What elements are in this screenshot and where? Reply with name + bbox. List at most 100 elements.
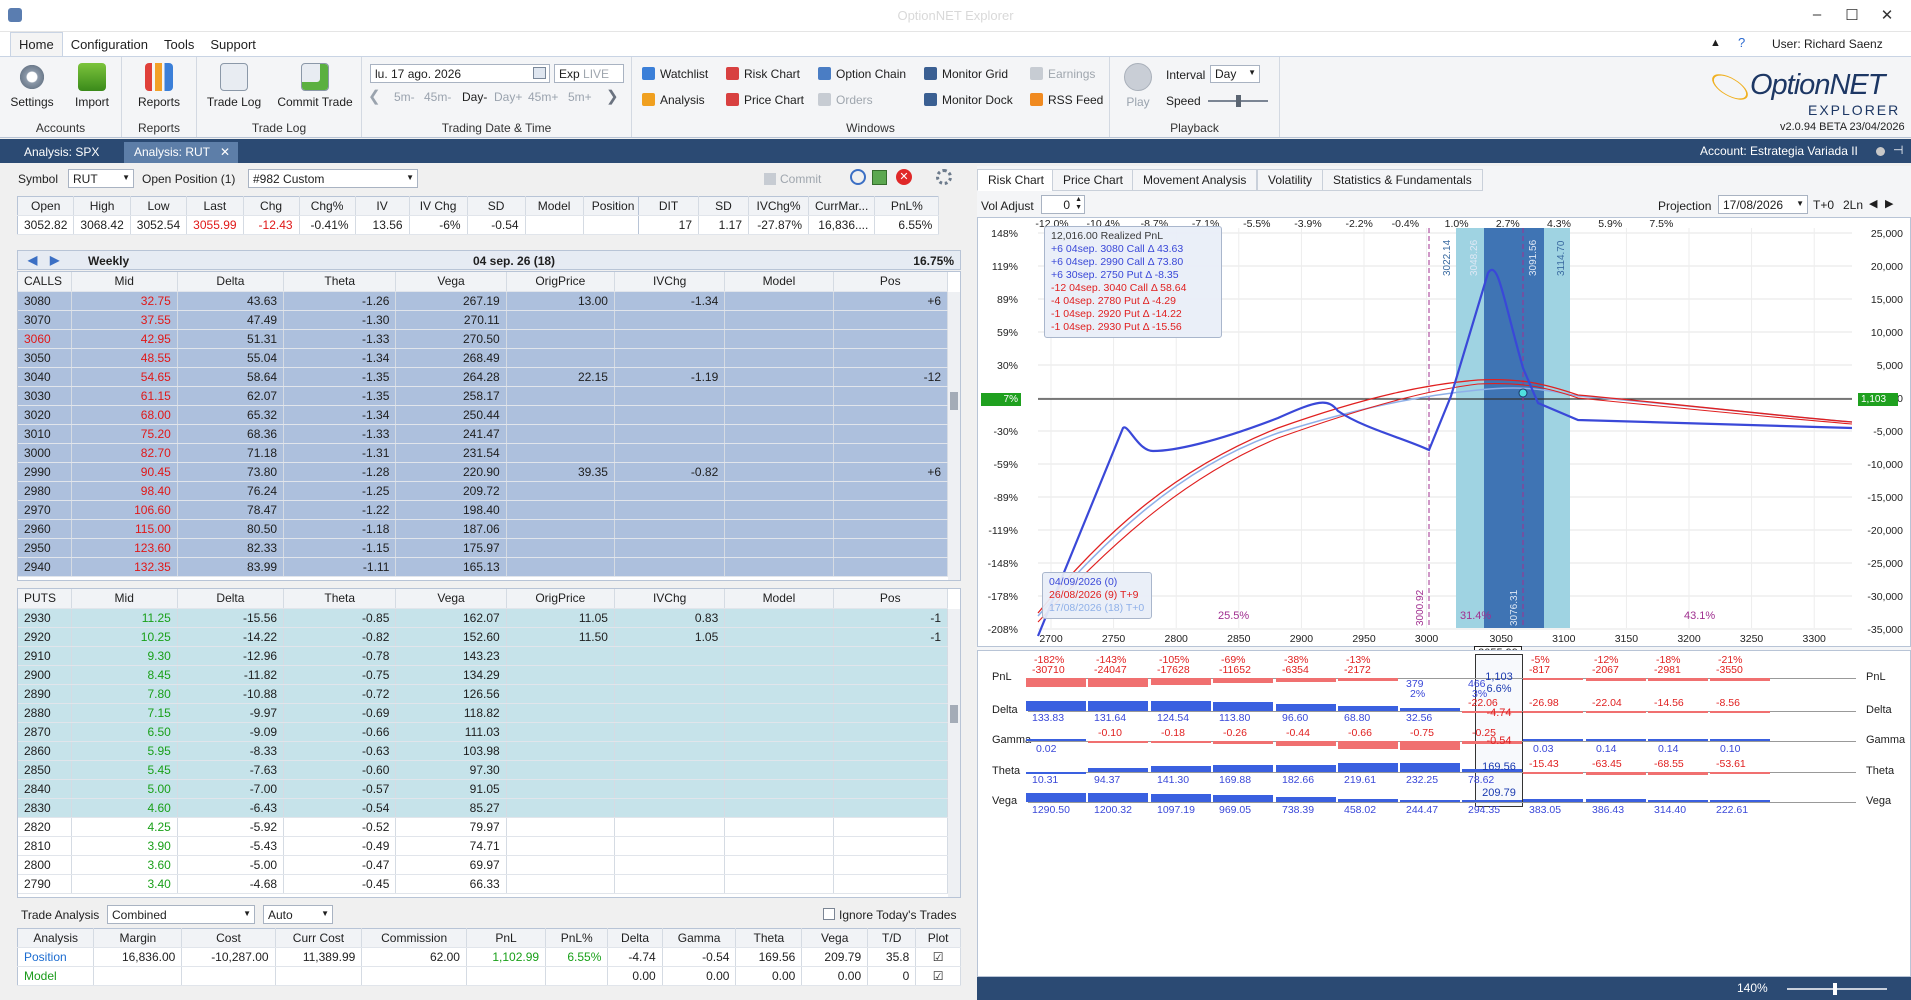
tab-statistics[interactable]: Statistics & Fundamentals <box>1322 169 1483 191</box>
minimize-icon[interactable]: – <box>1802 6 1832 23</box>
puts-scrollbar-thumb[interactable] <box>950 705 958 723</box>
calls-row[interactable]: 3060 42.95 51.31 -1.33 270.50 <box>18 329 949 349</box>
calls-row[interactable]: 3080 32.75 43.63 -1.26 267.19 13.00 -1.34 +6 <box>18 291 949 311</box>
puts-row[interactable]: 2930 11.25 -15.56 -0.85 162.07 11.05 0.83 -1 <box>18 608 949 628</box>
puts-row[interactable]: 2850 5.45 -7.63 -0.60 97.30 <box>18 760 949 780</box>
interval-select[interactable]: Day ▼ <box>1210 65 1260 83</box>
calls-row[interactable]: 2960 115.00 80.50 -1.18 187.06 <box>18 519 949 539</box>
settings-button[interactable]: Settings <box>10 63 54 109</box>
ignore-todays-trades-checkbox[interactable] <box>823 908 835 920</box>
calls-scrollbar-thumb[interactable] <box>950 392 958 410</box>
step-forward-icon[interactable]: ❯ <box>606 87 619 105</box>
step-minus-day[interactable]: Day- <box>462 90 487 104</box>
ta-row[interactable]: Model 0.00 0.00 0.00 0.00 0 ☑ <box>17 966 961 986</box>
calls-row[interactable]: 3000 82.70 71.18 -1.31 231.54 <box>18 443 949 463</box>
orders-button[interactable]: Orders <box>818 93 873 107</box>
risk-chart[interactable]: -12.0% -10.4% -8.7% -7.1% -5.5% -3.9% -2.2% -0.… <box>977 217 1911 647</box>
monitor-grid-button[interactable]: Monitor Grid <box>924 67 1008 81</box>
rss-feed-button[interactable]: RSS Feed <box>1030 93 1103 107</box>
menu-configuration[interactable]: Configuration <box>63 33 156 56</box>
export-icon[interactable] <box>872 170 887 185</box>
calls-row[interactable]: 3020 68.00 65.32 -1.34 250.44 <box>18 405 949 425</box>
calls-row[interactable]: 3030 61.15 62.07 -1.35 258.17 <box>18 386 949 406</box>
step-minus-45m[interactable]: 45m- <box>424 90 451 104</box>
commit-button[interactable]: Commit <box>764 172 821 186</box>
calls-scrollbar[interactable] <box>948 292 960 580</box>
calls-row[interactable]: 2990 90.45 73.80 -1.28 220.90 39.35 -0.82 +6 <box>18 462 949 482</box>
puts-row[interactable]: 2840 5.00 -7.00 -0.57 91.05 <box>18 779 949 799</box>
puts-row[interactable]: 2900 8.45 -11.82 -0.75 134.29 <box>18 665 949 685</box>
gear-icon[interactable] <box>936 169 952 185</box>
calls-row[interactable]: 2950 123.60 82.33 -1.15 175.97 <box>18 538 949 558</box>
speed-slider-thumb[interactable] <box>1236 95 1241 107</box>
puts-row[interactable]: 2860 5.95 -8.33 -0.63 103.98 <box>18 741 949 761</box>
calls-row[interactable]: 3010 75.20 68.36 -1.33 241.47 <box>18 424 949 444</box>
close-icon[interactable]: ✕ <box>1872 6 1902 24</box>
monitor-dock-button[interactable]: Monitor Dock <box>924 93 1013 107</box>
option-chain-button[interactable]: Option Chain <box>818 67 906 81</box>
close-tab-icon[interactable]: ✕ <box>220 145 230 159</box>
puts-row[interactable]: 2870 6.50 -9.09 -0.66 111.03 <box>18 722 949 742</box>
puts-row[interactable]: 2890 7.80 -10.88 -0.72 126.56 <box>18 684 949 704</box>
zoom-slider[interactable] <box>1787 983 1887 995</box>
spinner-icon[interactable]: ▲ ▼ <box>1075 196 1082 212</box>
ta-row[interactable]: Position 16,836.00 -10,287.00 11,389.99 62.0… <box>17 947 961 967</box>
step-back-icon[interactable]: ❮ <box>368 87 381 105</box>
play-button[interactable]: Play <box>1118 63 1158 109</box>
next-day-icon[interactable]: ▶ <box>1885 197 1893 210</box>
menu-support[interactable]: Support <box>202 33 264 56</box>
calls-row[interactable]: 2980 98.40 76.24 -1.25 209.72 <box>18 481 949 501</box>
collapse-ribbon-icon[interactable]: ▲ <box>1710 37 1721 49</box>
menu-tools[interactable]: Tools <box>156 33 202 56</box>
trade-analysis-scale-select[interactable]: Auto ▼ <box>263 905 333 924</box>
commit-trade-button[interactable]: Commit Trade <box>273 63 357 109</box>
tab-volatility[interactable]: Volatility <box>1257 169 1324 191</box>
position-select[interactable]: #982 Custom ▼ <box>248 169 418 188</box>
next-expiry-icon[interactable]: ▶ <box>50 253 59 267</box>
plot-checkbox[interactable]: ☑ <box>915 947 961 967</box>
tab-price-chart[interactable]: Price Chart <box>1052 169 1135 191</box>
puts-row[interactable]: 2810 3.90 -5.43 -0.49 74.71 <box>18 836 949 856</box>
calls-row[interactable]: 2970 106.60 78.47 -1.22 198.40 <box>18 500 949 520</box>
puts-scrollbar[interactable] <box>948 609 960 897</box>
calls-row[interactable]: 3050 48.55 55.04 -1.34 268.49 <box>18 348 949 368</box>
puts-row[interactable]: 2820 4.25 -5.92 -0.52 79.97 <box>18 817 949 837</box>
analysis-button[interactable]: Analysis <box>642 93 705 107</box>
calendar-icon[interactable] <box>533 67 546 79</box>
speed-slider[interactable] <box>1208 95 1268 107</box>
projection-date-input[interactable]: 17/08/2026 ▼ <box>1718 195 1808 214</box>
puts-row[interactable]: 2790 3.40 -4.68 -0.45 66.33 <box>18 874 949 894</box>
tab-analysis-rut[interactable]: Analysis: RUT ✕ <box>124 142 238 163</box>
date-input[interactable]: lu. 17 ago. 2026 <box>370 64 550 83</box>
step-plus-45m[interactable]: 45m+ <box>528 90 558 104</box>
reports-button[interactable]: Reports <box>134 63 184 109</box>
symbol-select[interactable]: RUT ▼ <box>68 169 134 188</box>
calls-row[interactable]: 2940 132.35 83.99 -1.11 165.13 <box>18 557 949 577</box>
import-button[interactable]: Import <box>70 63 114 109</box>
step-plus-5m[interactable]: 5m+ <box>568 90 592 104</box>
delete-icon[interactable]: ✕ <box>896 169 912 185</box>
plot-checkbox[interactable]: ☑ <box>915 966 961 986</box>
price-chart-button[interactable]: Price Chart <box>726 93 804 107</box>
help-icon[interactable]: ? <box>1738 35 1745 50</box>
calls-row[interactable]: 3040 54.65 58.64 -1.35 264.28 22.15 -1.19 -12 <box>18 367 949 387</box>
zoom-slider-thumb[interactable] <box>1833 983 1837 995</box>
step-minus-5m[interactable]: 5m- <box>394 90 415 104</box>
calls-row[interactable]: 3070 37.55 47.49 -1.30 270.11 <box>18 310 949 330</box>
trade-analysis-mode-select[interactable]: Combined ▼ <box>107 905 255 924</box>
menu-home[interactable]: Home <box>10 32 63 56</box>
risk-chart-button[interactable]: Risk Chart <box>726 67 800 81</box>
tab-analysis-spx[interactable]: Analysis: SPX <box>14 142 109 163</box>
earnings-button[interactable]: Earnings <box>1030 67 1095 81</box>
zoom-search-icon[interactable] <box>850 169 866 185</box>
trade-log-button[interactable]: Trade Log <box>203 63 265 109</box>
puts-row[interactable]: 2880 7.15 -9.97 -0.69 118.82 <box>18 703 949 723</box>
watchlist-button[interactable]: Watchlist <box>642 67 708 81</box>
puts-row[interactable]: 2910 9.30 -12.96 -0.78 143.23 <box>18 646 949 666</box>
tab-movement-analysis[interactable]: Movement Analysis <box>1132 169 1258 191</box>
prev-expiry-icon[interactable]: ◀ <box>28 253 37 267</box>
exp-toggle[interactable]: Exp LIVE <box>554 64 624 83</box>
puts-row[interactable]: 2920 10.25 -14.22 -0.82 152.60 11.50 1.05 -1 <box>18 627 949 647</box>
step-plus-day[interactable]: Day+ <box>494 90 522 104</box>
vol-adjust-input[interactable]: 0 ▲ ▼ <box>1041 195 1085 214</box>
